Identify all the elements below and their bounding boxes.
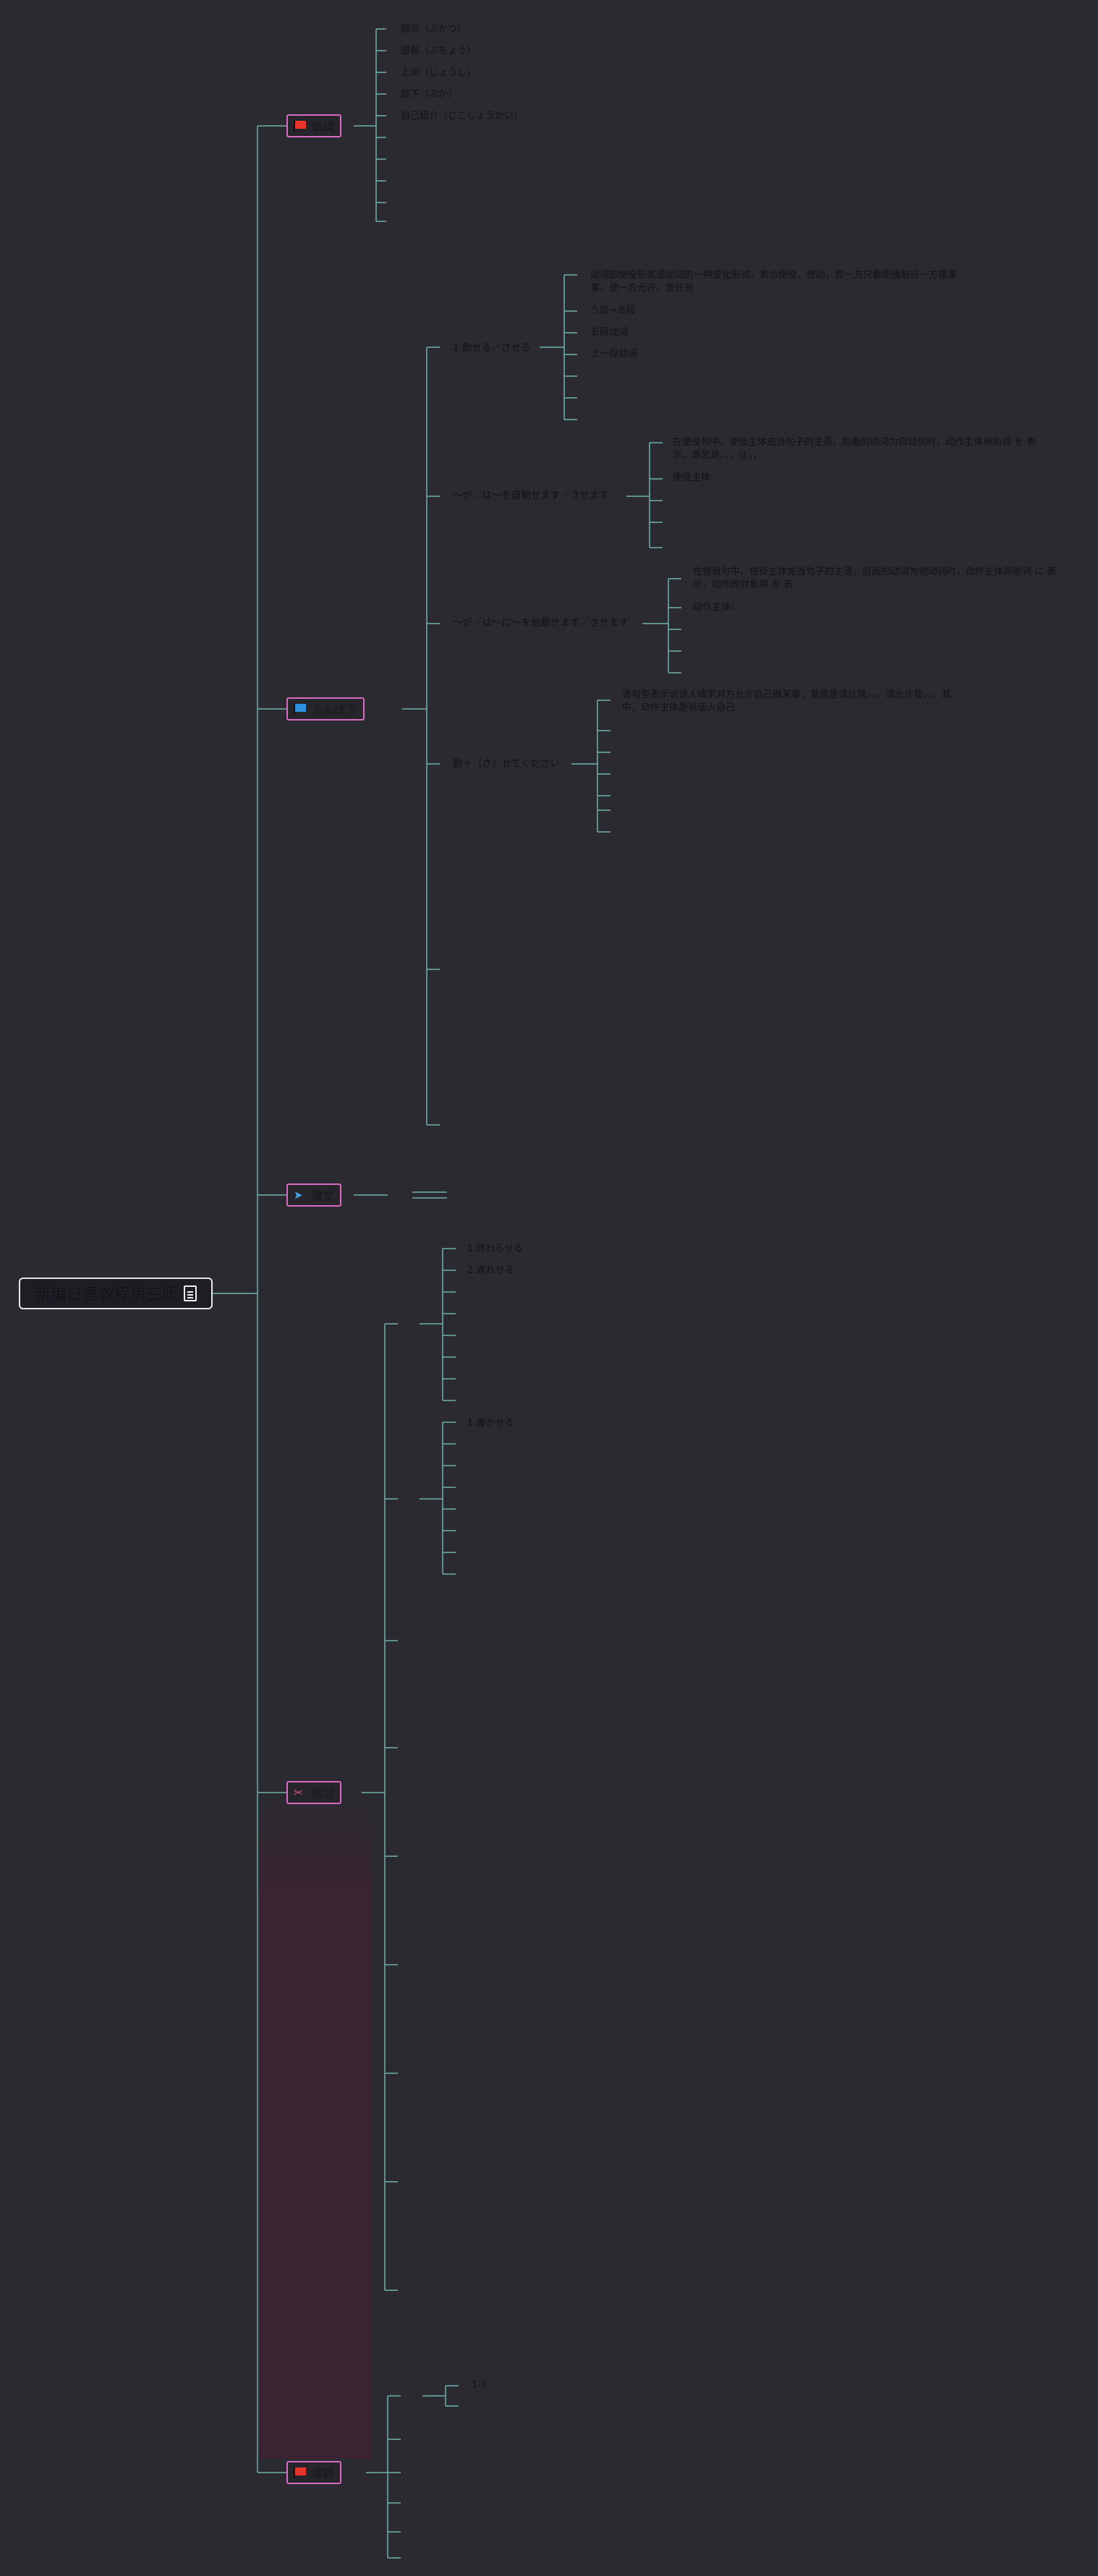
root-title: 新编日语教程第三版 [34, 1286, 178, 1304]
branch-label: ぶんぽう [311, 703, 358, 717]
exercise-item[interactable]: 1.書かせる [467, 1418, 514, 1429]
vocab-item[interactable]: 部下（ぶか） [401, 89, 457, 101]
vocab-item[interactable]: 部活（ぶかつ） [401, 24, 467, 35]
grammar-topic-4[interactable]: 動＋（さ）せてください [453, 758, 560, 770]
branch-label: 练习 [311, 1787, 335, 1801]
grammar-topic-1[interactable]: 1.動せる／させる [453, 342, 530, 354]
grammar-note[interactable]: 使役主体 [673, 472, 710, 484]
vocab-item[interactable]: 上司（じょうし） [401, 67, 476, 79]
exercise-item[interactable]: 2.遅れせる [467, 1265, 514, 1277]
branch-exercise[interactable]: ✂ 练习 [286, 1781, 342, 1804]
paper-plane-icon: ➤ [294, 1189, 303, 1202]
flag-icon [294, 120, 307, 132]
grammar-topic-3[interactable]: 〜が／は〜に〜を他動せます／させます [453, 617, 629, 629]
flag-icon [294, 703, 307, 715]
grammar-note[interactable]: 在使役句中，使役主体充当句子的主语，后面的动词为自动词时，动作主体用助词 を 表… [673, 436, 1049, 462]
grammar-note[interactable]: 动作主体： [693, 602, 740, 613]
exercise-item[interactable]: 1.終わらせる [467, 1244, 523, 1255]
root-node[interactable]: 新编日语教程第三版 [19, 1278, 213, 1309]
branch-highlight-band [259, 1797, 372, 2459]
grammar-note[interactable]: 上一段动词 [590, 349, 637, 360]
flag-icon [294, 2467, 307, 2478]
tools-icon: ✂ [294, 1786, 303, 1799]
vocab-item[interactable]: 自己紹介（じこしょうかい） [401, 111, 523, 122]
grammar-note[interactable]: 五段动词 [590, 327, 628, 339]
grammar-note[interactable]: 该句型表示说话人请求对方允许自己做某事，意思是请让我，，，请允许我，，，其中，动… [622, 689, 955, 715]
branch-topic[interactable]: 课题 [286, 2461, 342, 2484]
grammar-note[interactable]: う段→あ段 [590, 305, 636, 317]
branch-text[interactable]: ➤ 课文 [286, 1183, 342, 1207]
branch-grammar[interactable]: ぶんぽう [286, 697, 365, 720]
branch-vocabulary[interactable]: 单词 [286, 114, 342, 137]
grammar-topic-2[interactable]: 〜が／は〜を自動せます／させます [453, 490, 609, 501]
grammar-note[interactable]: 在使役句中，使役主体充当句子的主语，后面的动词为他动词时，动作主体用助词 に 表… [693, 566, 1069, 592]
branch-label: 课题 [311, 2467, 335, 2481]
document-icon [184, 1285, 197, 1301]
grammar-note[interactable]: 动词的使役形式是动词的一种变化形式，表示使役、使动，即一方只要能强制另一方做某事… [590, 269, 966, 295]
vocab-item[interactable]: 部長（ぶちょう） [401, 46, 476, 57]
topic-item[interactable]: 1-3 [472, 2380, 487, 2392]
branch-label: 单词 [311, 120, 335, 134]
branch-label: 课文 [311, 1189, 335, 1203]
